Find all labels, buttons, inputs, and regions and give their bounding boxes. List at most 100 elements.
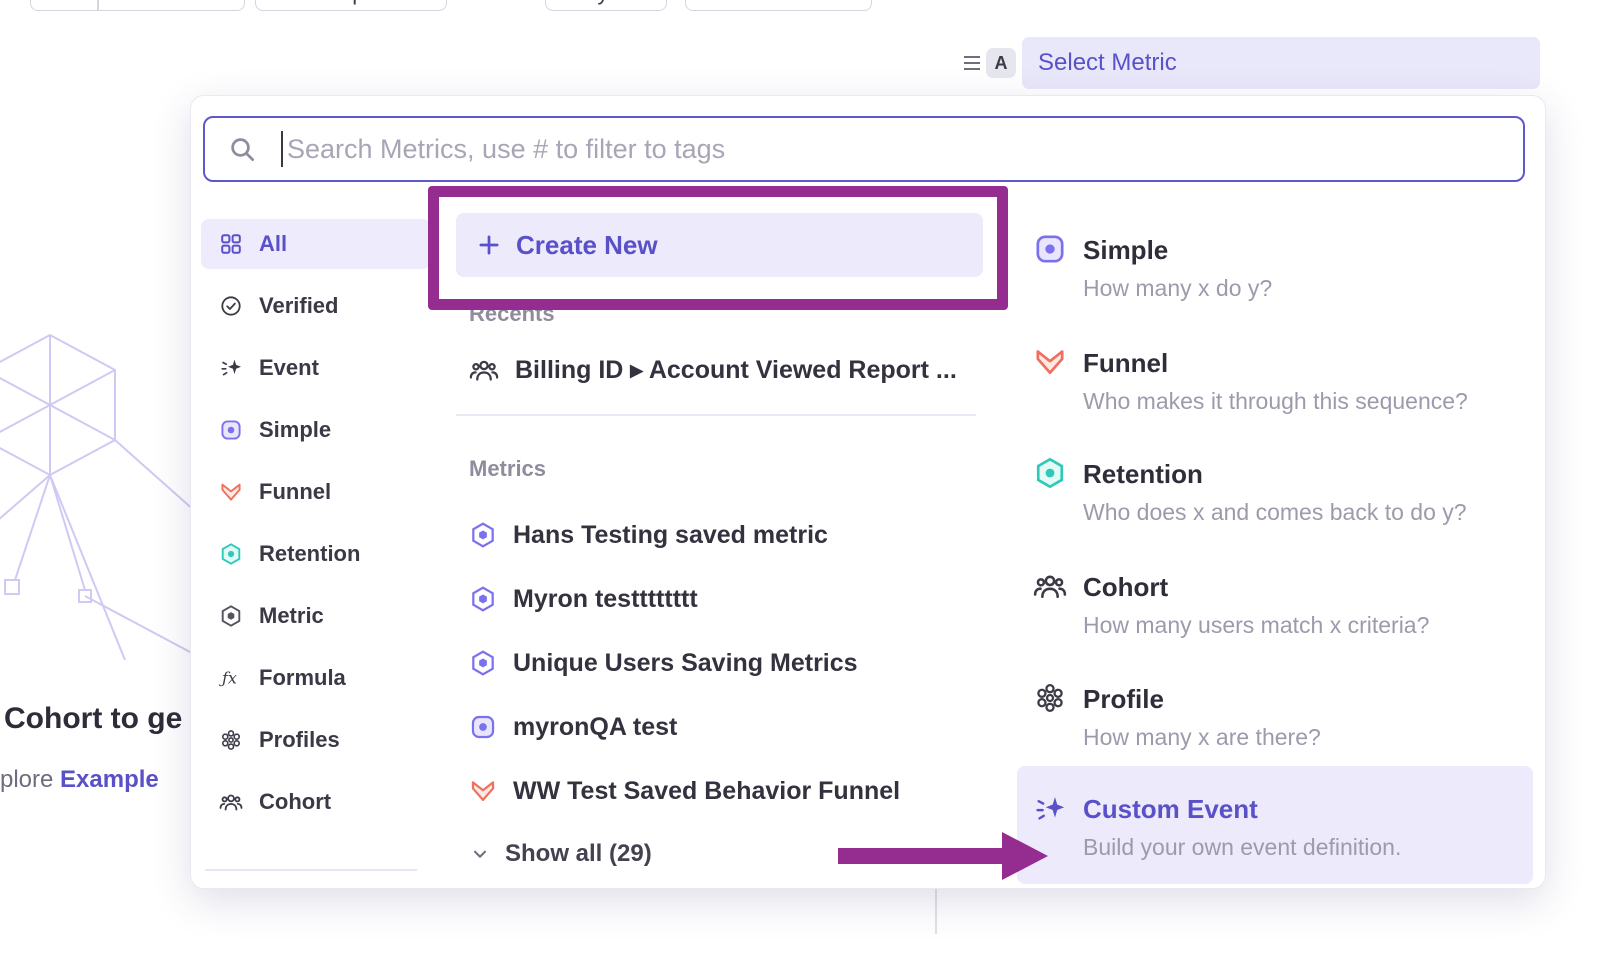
custom-event-icon	[1033, 792, 1067, 826]
chart-type-label: Line	[744, 0, 844, 6]
metric-type-title: Custom Event	[1083, 794, 1258, 825]
sidebar-item-all[interactable]: All	[201, 219, 431, 269]
profiles-flower-icon	[219, 728, 243, 752]
svg-text:ƒx: ƒx	[219, 669, 237, 688]
retention-icon	[1033, 456, 1067, 490]
empty-state-title: Cohort to ge	[4, 702, 182, 736]
recents-header: Recents	[469, 301, 555, 327]
simple-icon	[1033, 232, 1067, 266]
chevron-down-icon	[640, 0, 656, 4]
sidebar-item-event[interactable]: Event	[201, 343, 431, 393]
metric-type-description: Who makes it through this sequence?	[1083, 388, 1468, 415]
plus-icon	[476, 232, 502, 258]
saved-metric-item[interactable]: WW Test Saved Behavior Funnel	[456, 769, 981, 813]
sidebar-item-label: All	[259, 231, 287, 257]
sidebar-divider	[205, 869, 417, 871]
sidebar-item-label: Profiles	[259, 727, 340, 753]
metric-type-funnel[interactable]: Funnel Who makes it through this sequenc…	[1017, 345, 1533, 455]
create-new-button[interactable]: Create New	[456, 213, 983, 277]
metric-type-description: How many users match x criteria?	[1083, 612, 1429, 639]
saved-metric-label: WW Test Saved Behavior Funnel	[513, 777, 900, 806]
sidebar-item-cohort[interactable]: Cohort	[201, 777, 431, 827]
metrics-header: Metrics	[469, 456, 546, 482]
select-metric-field[interactable]: Select Metric	[1022, 37, 1540, 89]
retention-icon	[219, 542, 243, 566]
granularity-label: Day	[546, 0, 632, 6]
event-icon	[219, 356, 243, 380]
sidebar-item-profiles[interactable]: Profiles	[201, 715, 431, 765]
metric-type-retention[interactable]: Retention Who does x and comes back to d…	[1017, 456, 1533, 566]
saved-metric-item[interactable]: Hans Testing saved metric	[456, 513, 981, 557]
metric-type-title: Retention	[1083, 459, 1203, 490]
simple-icon	[219, 418, 243, 442]
cohort-people-icon	[219, 790, 243, 814]
metric-type-title: Funnel	[1083, 348, 1168, 379]
metric-type-title: Simple	[1083, 235, 1168, 266]
example-link[interactable]: Example	[60, 766, 159, 793]
metric-type-title: Profile	[1083, 684, 1164, 715]
search-icon	[227, 134, 257, 164]
grid-icon	[219, 232, 243, 256]
sidebar-item-metric[interactable]: Metric	[201, 591, 431, 641]
sidebar-item-verified[interactable]: Verified	[201, 281, 431, 331]
compare-label: Compare	[256, 0, 446, 6]
range-ytd-button[interactable]: YTD	[97, 0, 207, 6]
metric-type-description: Who does x and comes back to do y?	[1083, 499, 1467, 526]
funnel-icon	[1033, 345, 1067, 379]
metric-hexagon-icon	[469, 521, 497, 549]
subtext-fragment: plore	[0, 766, 60, 793]
granularity-dropdown[interactable]: Day	[545, 0, 667, 11]
search-bar	[203, 116, 1525, 182]
metric-type-simple[interactable]: Simple How many x do y?	[1017, 232, 1533, 342]
sidebar-item-label: Metric	[259, 603, 324, 629]
funnel-icon	[219, 480, 243, 504]
range-12m-button[interactable]: 12M	[31, 0, 97, 6]
drag-handle-icon[interactable]	[962, 55, 982, 71]
metric-type-custom-event[interactable]: Custom Event Build your own event defini…	[1017, 766, 1533, 884]
metric-type-title: Cohort	[1083, 572, 1168, 603]
recent-item-label: Billing ID ▸ Account Viewed Report ...	[515, 355, 957, 385]
saved-metric-item[interactable]: myronQA test	[456, 705, 981, 749]
metric-type-cohort[interactable]: Cohort How many users match x criteria?	[1017, 569, 1533, 679]
metric-hexagon-icon	[469, 585, 497, 613]
chevron-down-icon	[469, 843, 491, 865]
cohort-people-icon	[1033, 569, 1067, 603]
date-range-segmented-control[interactable]: 12M YTD	[30, 0, 245, 11]
line-chart-icon	[712, 0, 734, 5]
recent-item[interactable]: Billing ID ▸ Account Viewed Report ...	[456, 348, 981, 392]
show-all-label: Show all (29)	[505, 840, 652, 868]
metric-hexagon-icon	[469, 649, 497, 677]
saved-metric-item[interactable]: Unique Users Saving Metrics	[456, 641, 981, 685]
metric-type-description: Build your own event definition.	[1083, 834, 1401, 861]
sidebar-item-label: Funnel	[259, 479, 331, 505]
sidebar-item-label: Event	[259, 355, 319, 381]
cohort-people-icon	[469, 355, 499, 385]
chevron-down-icon	[216, 0, 232, 4]
sidebar-item-funnel[interactable]: Funnel	[201, 467, 431, 517]
saved-metric-item[interactable]: Myron testttttttt	[456, 577, 981, 621]
sidebar-item-label: Cohort	[259, 789, 331, 815]
sidebar-item-simple[interactable]: Simple	[201, 405, 431, 455]
chart-type-dropdown[interactable]: Line	[685, 0, 872, 11]
metric-picker-modal: All Verified Event Simple Funnel	[190, 95, 1546, 889]
saved-metric-label: Hans Testing saved metric	[513, 521, 828, 550]
section-divider	[456, 414, 976, 416]
metric-type-description: How many x are there?	[1083, 724, 1321, 751]
sidebar-item-label: Formula	[259, 665, 346, 691]
saved-metric-label: myronQA test	[513, 713, 677, 742]
app-screen: 12M YTD Compare Day Line A Select Metric	[0, 0, 1616, 954]
empty-state-subtext: plore Example	[0, 766, 159, 794]
sidebar-item-label: Retention	[259, 541, 360, 567]
search-input[interactable]	[203, 116, 1525, 182]
sidebar-item-retention[interactable]: Retention	[201, 529, 431, 579]
compare-button[interactable]: Compare	[255, 0, 447, 11]
sidebar-item-label: Verified	[259, 293, 338, 319]
empty-state-illustration	[0, 330, 205, 660]
sidebar-item-label: Simple	[259, 417, 331, 443]
show-all-toggle[interactable]: Show all (29)	[456, 834, 652, 874]
formula-icon: ƒx	[219, 666, 243, 690]
sidebar-item-formula[interactable]: ƒx Formula	[201, 653, 431, 703]
sidebar-item-partial[interactable]	[201, 876, 431, 889]
saved-metric-label: Unique Users Saving Metrics	[513, 649, 858, 678]
metric-hexagon-icon	[219, 604, 243, 628]
